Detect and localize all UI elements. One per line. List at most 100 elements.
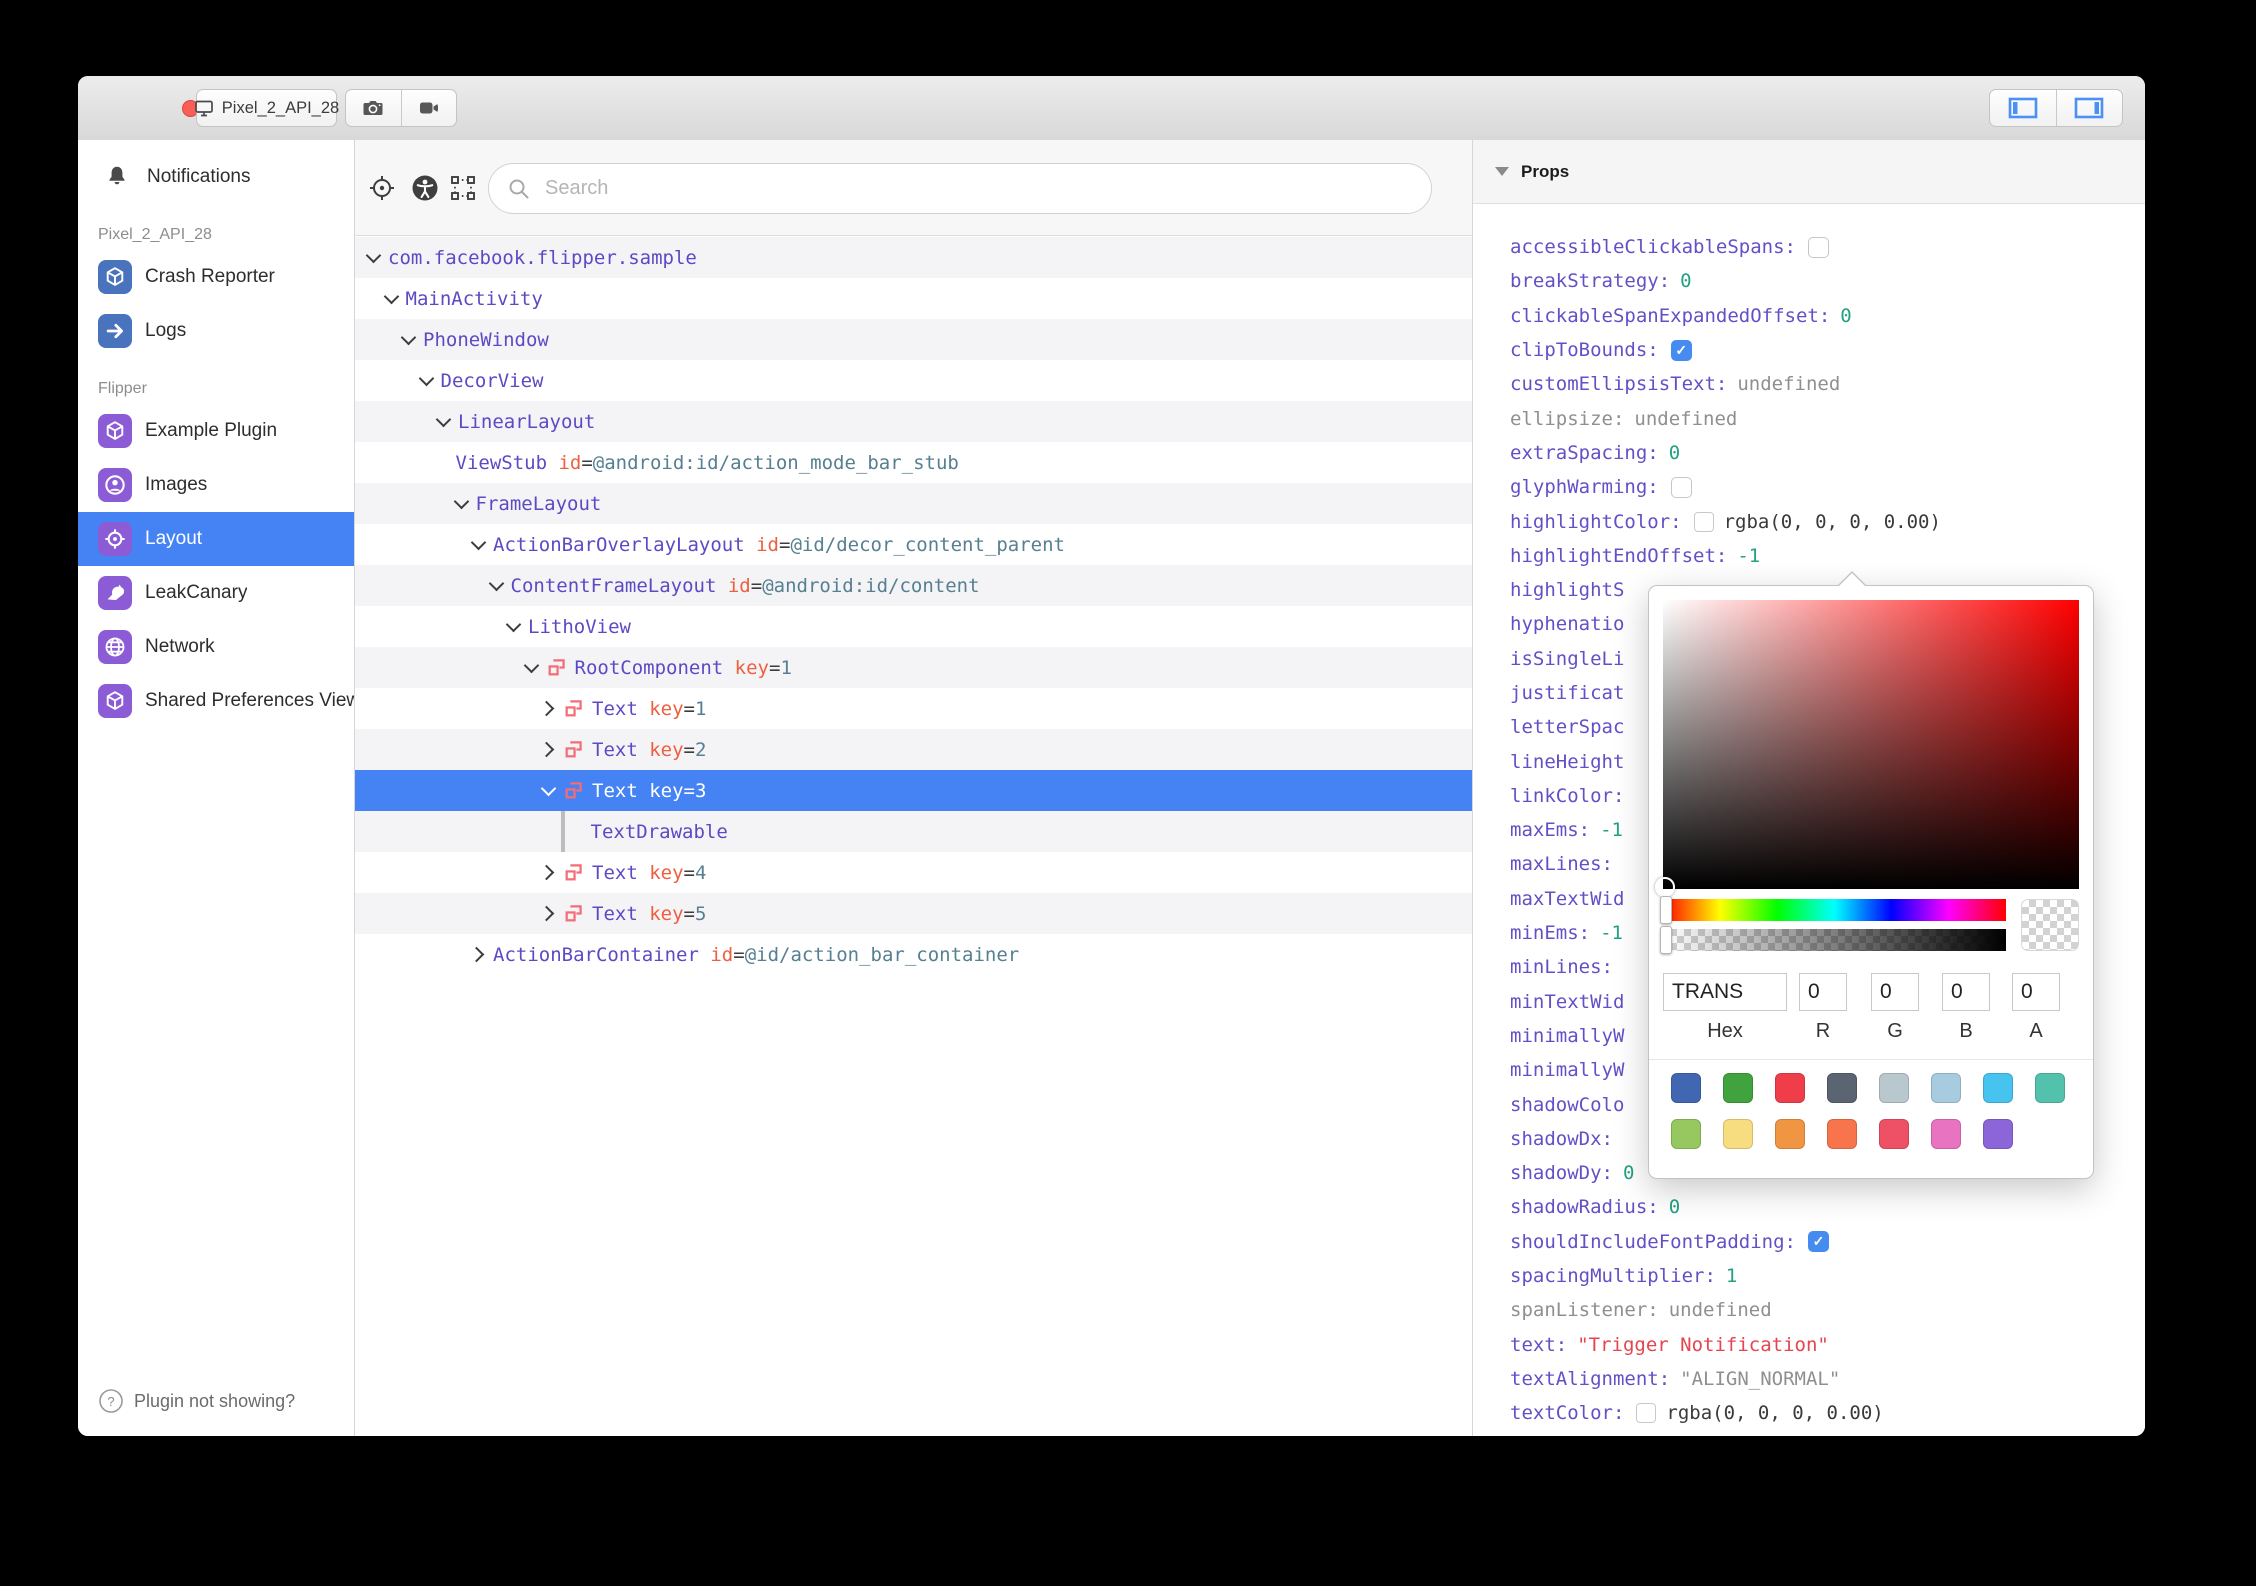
sidebar-item-example-plugin[interactable]: Example Plugin xyxy=(78,404,354,458)
tree-row[interactable]: PhoneWindow xyxy=(355,319,1472,360)
color-swatch-button[interactable] xyxy=(1693,511,1714,532)
tree-row[interactable]: ActionBarOverlayLayout id = @id/decor_cont… xyxy=(355,524,1472,565)
preset-color-swatch[interactable] xyxy=(1775,1119,1805,1149)
preset-color-swatch[interactable] xyxy=(1827,1073,1857,1103)
tree-row[interactable]: ActionBarContainer id = @id/action_bar_con… xyxy=(355,934,1472,975)
tree-row[interactable]: com.facebook.flipper.sample xyxy=(355,237,1472,278)
tree-row[interactable]: RootComponent key = 1 xyxy=(355,647,1472,688)
hex-input[interactable] xyxy=(1663,973,1787,1011)
tree-row[interactable]: LinearLayout xyxy=(355,401,1472,442)
accessibility-icon[interactable] xyxy=(411,174,439,207)
preset-color-swatch[interactable] xyxy=(1723,1119,1753,1149)
sidebar-item-network[interactable]: Network xyxy=(78,620,354,674)
preset-color-swatch[interactable] xyxy=(1931,1073,1961,1103)
plugin-not-showing-link[interactable]: ? Plugin not showing? xyxy=(98,1388,295,1414)
prop-value[interactable]: 0 xyxy=(1680,270,1691,292)
sidebar-item-notifications[interactable]: Notifications xyxy=(78,150,354,204)
sidebar-item-logs[interactable]: Logs xyxy=(78,304,354,358)
prop-value[interactable]: 1 xyxy=(1726,1265,1737,1287)
tree-row[interactable]: MainActivity xyxy=(355,278,1472,319)
chevron-down-icon[interactable] xyxy=(523,657,539,674)
tree-row[interactable]: Text key = 4 xyxy=(355,852,1472,893)
chevron-right-icon[interactable] xyxy=(538,741,555,758)
green-input[interactable] xyxy=(1871,973,1919,1011)
chevron-right-icon[interactable] xyxy=(538,905,555,922)
prop-value[interactable]: -1 xyxy=(1600,922,1623,944)
checkbox-unchecked[interactable] xyxy=(1670,476,1692,498)
tree-row[interactable]: DecorView xyxy=(355,360,1472,401)
chevron-down-icon[interactable] xyxy=(418,370,434,387)
color-swatch-button[interactable] xyxy=(1636,1403,1657,1424)
screenshot-button[interactable] xyxy=(346,90,401,126)
preset-color-swatch[interactable] xyxy=(1931,1119,1961,1149)
screen-record-button[interactable] xyxy=(400,90,457,126)
toggle-right-sidebar-button[interactable] xyxy=(2055,90,2123,126)
prop-value[interactable]: "Trigger Notification" xyxy=(1577,1334,1829,1356)
tree-row[interactable]: LithoView xyxy=(355,606,1472,647)
chevron-right-icon[interactable] xyxy=(538,700,555,717)
hue-thumb[interactable] xyxy=(1660,896,1672,924)
globe-icon xyxy=(98,630,132,664)
prop-value[interactable]: rgba(0, 0, 0, 0.00) xyxy=(1724,511,1941,533)
search-input[interactable] xyxy=(543,176,1413,201)
chevron-down-icon[interactable] xyxy=(400,329,417,346)
hue-slider[interactable] xyxy=(1660,896,2006,924)
chevron-right-icon[interactable] xyxy=(538,864,555,881)
tree-row[interactable]: Text key = 2 xyxy=(355,729,1472,770)
chevron-down-icon[interactable] xyxy=(383,288,399,305)
checkbox-checked[interactable]: ✓ xyxy=(1807,1231,1829,1253)
preset-color-swatch[interactable] xyxy=(1879,1119,1909,1149)
sidebar-item-crash-reporter[interactable]: Crash Reporter xyxy=(78,250,354,304)
preset-color-swatch[interactable] xyxy=(1827,1119,1857,1149)
preset-color-swatch[interactable] xyxy=(1879,1073,1909,1103)
alpha-input[interactable] xyxy=(2012,973,2060,1011)
prop-value[interactable]: 0 xyxy=(1840,305,1851,327)
chevron-down-icon[interactable] xyxy=(435,411,452,428)
checkbox-unchecked[interactable] xyxy=(1807,236,1829,258)
sidebar-item-layout[interactable]: Layout xyxy=(78,512,354,566)
tree-row[interactable]: ContentFrameLayout id = @android:id/conten… xyxy=(355,565,1472,606)
select-element-icon[interactable] xyxy=(449,174,477,207)
alpha-slider[interactable] xyxy=(1660,926,2006,954)
sidebar-item-shared-preferences-viewer[interactable]: Shared Preferences Viewer xyxy=(78,674,354,728)
tree-attr-key: id xyxy=(547,451,582,474)
preset-color-swatch[interactable] xyxy=(1723,1073,1753,1103)
blue-input[interactable] xyxy=(1942,973,1990,1011)
checkbox-checked[interactable]: ✓ xyxy=(1670,339,1692,361)
target-mode-icon[interactable] xyxy=(368,174,396,207)
chevron-right-icon[interactable] xyxy=(468,946,485,963)
prop-value[interactable]: 0 xyxy=(1669,442,1680,464)
sidebar-item-images[interactable]: Images xyxy=(78,458,354,512)
chevron-down-icon[interactable] xyxy=(540,780,557,797)
tree-row[interactable]: FrameLayout xyxy=(355,483,1472,524)
preset-color-swatch[interactable] xyxy=(1983,1073,2013,1103)
tree-row[interactable]: Text key = 3 xyxy=(355,770,1472,811)
chevron-down-icon[interactable] xyxy=(470,534,487,551)
tree-row[interactable]: Text key = 1 xyxy=(355,688,1472,729)
preset-color-swatch[interactable] xyxy=(1671,1073,1701,1103)
device-selector-button[interactable]: Pixel_2_API_28 xyxy=(194,89,339,127)
red-input[interactable] xyxy=(1799,973,1847,1011)
sidebar-item-leakcanary[interactable]: LeakCanary xyxy=(78,566,354,620)
toggle-left-sidebar-button[interactable] xyxy=(1990,90,2056,126)
preset-color-swatch[interactable] xyxy=(1671,1119,1701,1149)
chevron-down-icon[interactable] xyxy=(365,247,382,264)
prop-value[interactable]: 0 xyxy=(1623,1162,1634,1184)
preset-color-swatch[interactable] xyxy=(2035,1073,2065,1103)
prop-value[interactable]: -1 xyxy=(1600,819,1623,841)
tree-row[interactable]: ViewStub id = @android:id/action_mode_bar_… xyxy=(355,442,1472,483)
chevron-down-icon[interactable] xyxy=(505,616,522,633)
prop-value[interactable]: -1 xyxy=(1737,545,1760,567)
saturation-gradient[interactable] xyxy=(1655,600,2079,897)
alpha-thumb[interactable] xyxy=(1660,926,1672,954)
prop-value[interactable]: 0 xyxy=(1669,1196,1680,1218)
saturation-thumb[interactable] xyxy=(1655,877,1675,897)
chevron-down-icon[interactable] xyxy=(488,575,504,592)
preset-color-swatch[interactable] xyxy=(1983,1119,2013,1149)
tree-row[interactable]: TextDrawable xyxy=(355,811,1472,852)
tree-row[interactable]: Text key = 5 xyxy=(355,893,1472,934)
preset-color-swatch[interactable] xyxy=(1775,1073,1805,1103)
chevron-down-icon[interactable] xyxy=(453,493,469,510)
prop-value[interactable]: rgba(0, 0, 0, 0.00) xyxy=(1666,1402,1883,1424)
props-header[interactable]: Props xyxy=(1473,140,2145,204)
